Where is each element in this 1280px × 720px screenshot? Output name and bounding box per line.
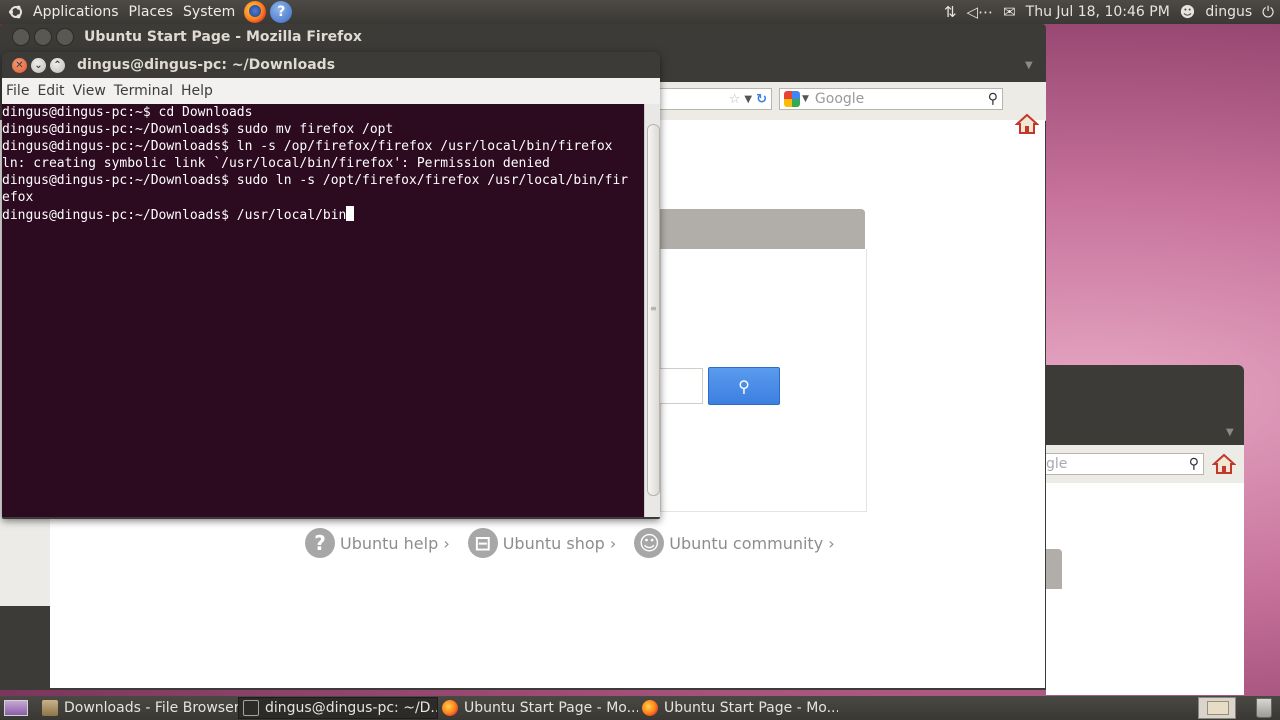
- help-icon[interactable]: ?: [270, 1, 293, 23]
- folder-icon: [42, 700, 58, 716]
- search-icon[interactable]: ⚲: [1189, 456, 1199, 472]
- ubuntu-help-label: Ubuntu help ›: [340, 533, 450, 553]
- bookmark-star-icon[interactable]: ☆: [729, 92, 741, 107]
- home-icon[interactable]: [1212, 452, 1236, 476]
- taskbar-label: dingus@dingus-pc: ~/D...: [265, 700, 438, 716]
- chevron-down-icon[interactable]: ▼: [744, 94, 752, 105]
- close-button[interactable]: [12, 28, 30, 46]
- terminal-prompt-line[interactable]: dingus@dingus-pc:~/Downloads$ /usr/local…: [2, 206, 644, 224]
- taskbar-item-terminal[interactable]: dingus@dingus-pc: ~/D...: [238, 697, 438, 719]
- mail-icon[interactable]: ✉: [1003, 3, 1016, 21]
- ubuntu-shop-link[interactable]: ⊟ Ubuntu shop ›: [467, 528, 617, 558]
- ubuntu-search-input[interactable]: [660, 368, 703, 404]
- menu-terminal[interactable]: Terminal: [110, 83, 177, 99]
- terminal-scrollbar[interactable]: ≡: [644, 104, 660, 517]
- chevron-down-icon[interactable]: ▼: [802, 94, 809, 104]
- terminal-icon: [243, 700, 259, 716]
- firefox-titlebar[interactable]: Ubuntu Start Page - Mozilla Firefox: [0, 24, 1046, 50]
- search-icon: ⚲: [738, 376, 750, 396]
- terminal-prompt-text: dingus@dingus-pc:~/Downloads$ /usr/local…: [2, 208, 347, 223]
- bottom-panel: Downloads - File Browser dingus@dingus-p…: [0, 696, 1280, 720]
- maximize-button[interactable]: ⌃: [50, 57, 65, 73]
- reload-icon[interactable]: ↻: [756, 92, 767, 107]
- search-card-header: [660, 209, 865, 249]
- terminal-title: dingus@dingus-pc: ~/Downloads: [77, 57, 336, 73]
- workspace-switcher[interactable]: [1198, 697, 1236, 719]
- help-icon: ?: [305, 528, 335, 558]
- firefox-launcher-icon[interactable]: [244, 1, 267, 23]
- user-icon: ☻: [1179, 3, 1196, 21]
- clock[interactable]: Thu Jul 18, 10:46 PM: [1026, 4, 1170, 20]
- ubuntu-community-label: Ubuntu community ›: [669, 533, 835, 553]
- taskbar-label: Downloads - File Browser: [64, 700, 238, 716]
- show-desktop-button[interactable]: [4, 700, 28, 716]
- url-bar[interactable]: ☆ ▼ ↻: [660, 88, 772, 110]
- firefox2-search-text: gle: [1046, 456, 1068, 472]
- firefox-title: Ubuntu Start Page - Mozilla Firefox: [84, 29, 362, 45]
- menu-view[interactable]: View: [69, 83, 110, 99]
- terminal-line: dingus@dingus-pc:~$ cd Downloads: [2, 105, 253, 120]
- ubuntu-help-link[interactable]: ? Ubuntu help ›: [305, 528, 450, 558]
- search-placeholder: Google: [814, 91, 865, 107]
- ubuntu-community-link[interactable]: ☺ Ubuntu community ›: [634, 528, 835, 558]
- terminal-titlebar[interactable]: ✕ ⌄ ⌃ dingus@dingus-pc: ~/Downloads: [2, 52, 660, 78]
- network-icon[interactable]: ⇅: [944, 3, 957, 21]
- terminal-window: ✕ ⌄ ⌃ dingus@dingus-pc: ~/Downloads File…: [2, 52, 660, 519]
- chevron-down-icon[interactable]: ▼: [1025, 60, 1033, 71]
- taskbar-item-file-browser[interactable]: Downloads - File Browser: [38, 697, 238, 719]
- firefox2-search-input[interactable]: gle ⚲: [1046, 453, 1204, 475]
- volume-icon[interactable]: ◁⋯: [967, 3, 994, 21]
- taskbar-item-firefox-1[interactable]: Ubuntu Start Page - Mo...: [438, 697, 638, 719]
- power-icon[interactable]: ⏻: [1262, 3, 1274, 21]
- search-icon[interactable]: ⚲: [988, 91, 998, 107]
- community-icon: ☺: [634, 528, 665, 558]
- search-input[interactable]: ▼ Google ⚲: [779, 88, 1003, 110]
- places-menu[interactable]: Places: [124, 4, 179, 20]
- firefox2-card: [1046, 549, 1062, 589]
- system-menu[interactable]: System: [178, 4, 240, 20]
- user-menu[interactable]: dingus: [1205, 4, 1252, 20]
- menu-file[interactable]: File: [2, 83, 33, 99]
- terminal-output[interactable]: dingus@dingus-pc:~$ cd Downloads dingus@…: [2, 104, 644, 517]
- minimize-button[interactable]: ⌄: [31, 57, 46, 73]
- ubuntu-shop-label: Ubuntu shop ›: [502, 533, 617, 553]
- google-icon[interactable]: [784, 91, 800, 107]
- terminal-line: dingus@dingus-pc:~/Downloads$ ln -s /op/…: [2, 139, 613, 154]
- grip-icon: ≡: [650, 304, 657, 313]
- applications-menu[interactable]: Applications: [28, 4, 124, 20]
- taskbar-label: Ubuntu Start Page - Mo...: [664, 700, 838, 716]
- shopping-basket-icon: ⊟: [467, 528, 498, 558]
- firefox-icon: [642, 700, 658, 716]
- taskbar-label: Ubuntu Start Page - Mo...: [464, 700, 638, 716]
- ubuntu-search-button[interactable]: ⚲: [708, 367, 780, 405]
- ubuntu-links: ? Ubuntu help › ⊟ Ubuntu shop › ☺ Ubuntu…: [305, 528, 835, 558]
- top-panel: Applications Places System ? ⇅ ◁⋯ ✉ Thu …: [0, 0, 1280, 24]
- trash-icon[interactable]: [1256, 698, 1272, 718]
- menu-edit[interactable]: Edit: [33, 83, 68, 99]
- terminal-line: dingus@dingus-pc:~/Downloads$ sudo ln -s…: [2, 173, 629, 188]
- home-icon[interactable]: [1015, 112, 1039, 136]
- chevron-down-icon[interactable]: ▼: [1226, 427, 1234, 438]
- terminal-line: dingus@dingus-pc:~/Downloads$ sudo mv fi…: [2, 122, 394, 137]
- ubuntu-logo-icon[interactable]: [8, 4, 24, 20]
- terminal-line: efox: [2, 190, 34, 205]
- firefox-window-2: ▼ gle ⚲: [1046, 365, 1244, 695]
- minimize-button[interactable]: [34, 28, 52, 46]
- maximize-button[interactable]: [56, 28, 74, 46]
- firefox-icon: [442, 700, 458, 716]
- menu-help[interactable]: Help: [177, 83, 217, 99]
- taskbar-item-firefox-2[interactable]: Ubuntu Start Page - Mo...: [638, 697, 838, 719]
- close-button[interactable]: ✕: [12, 57, 27, 73]
- text-cursor: [346, 206, 355, 221]
- terminal-line: ln: creating symbolic link `/usr/local/b…: [2, 156, 550, 171]
- firefox2-content: [1046, 483, 1244, 695]
- terminal-menubar: File Edit View Terminal Help: [2, 78, 660, 104]
